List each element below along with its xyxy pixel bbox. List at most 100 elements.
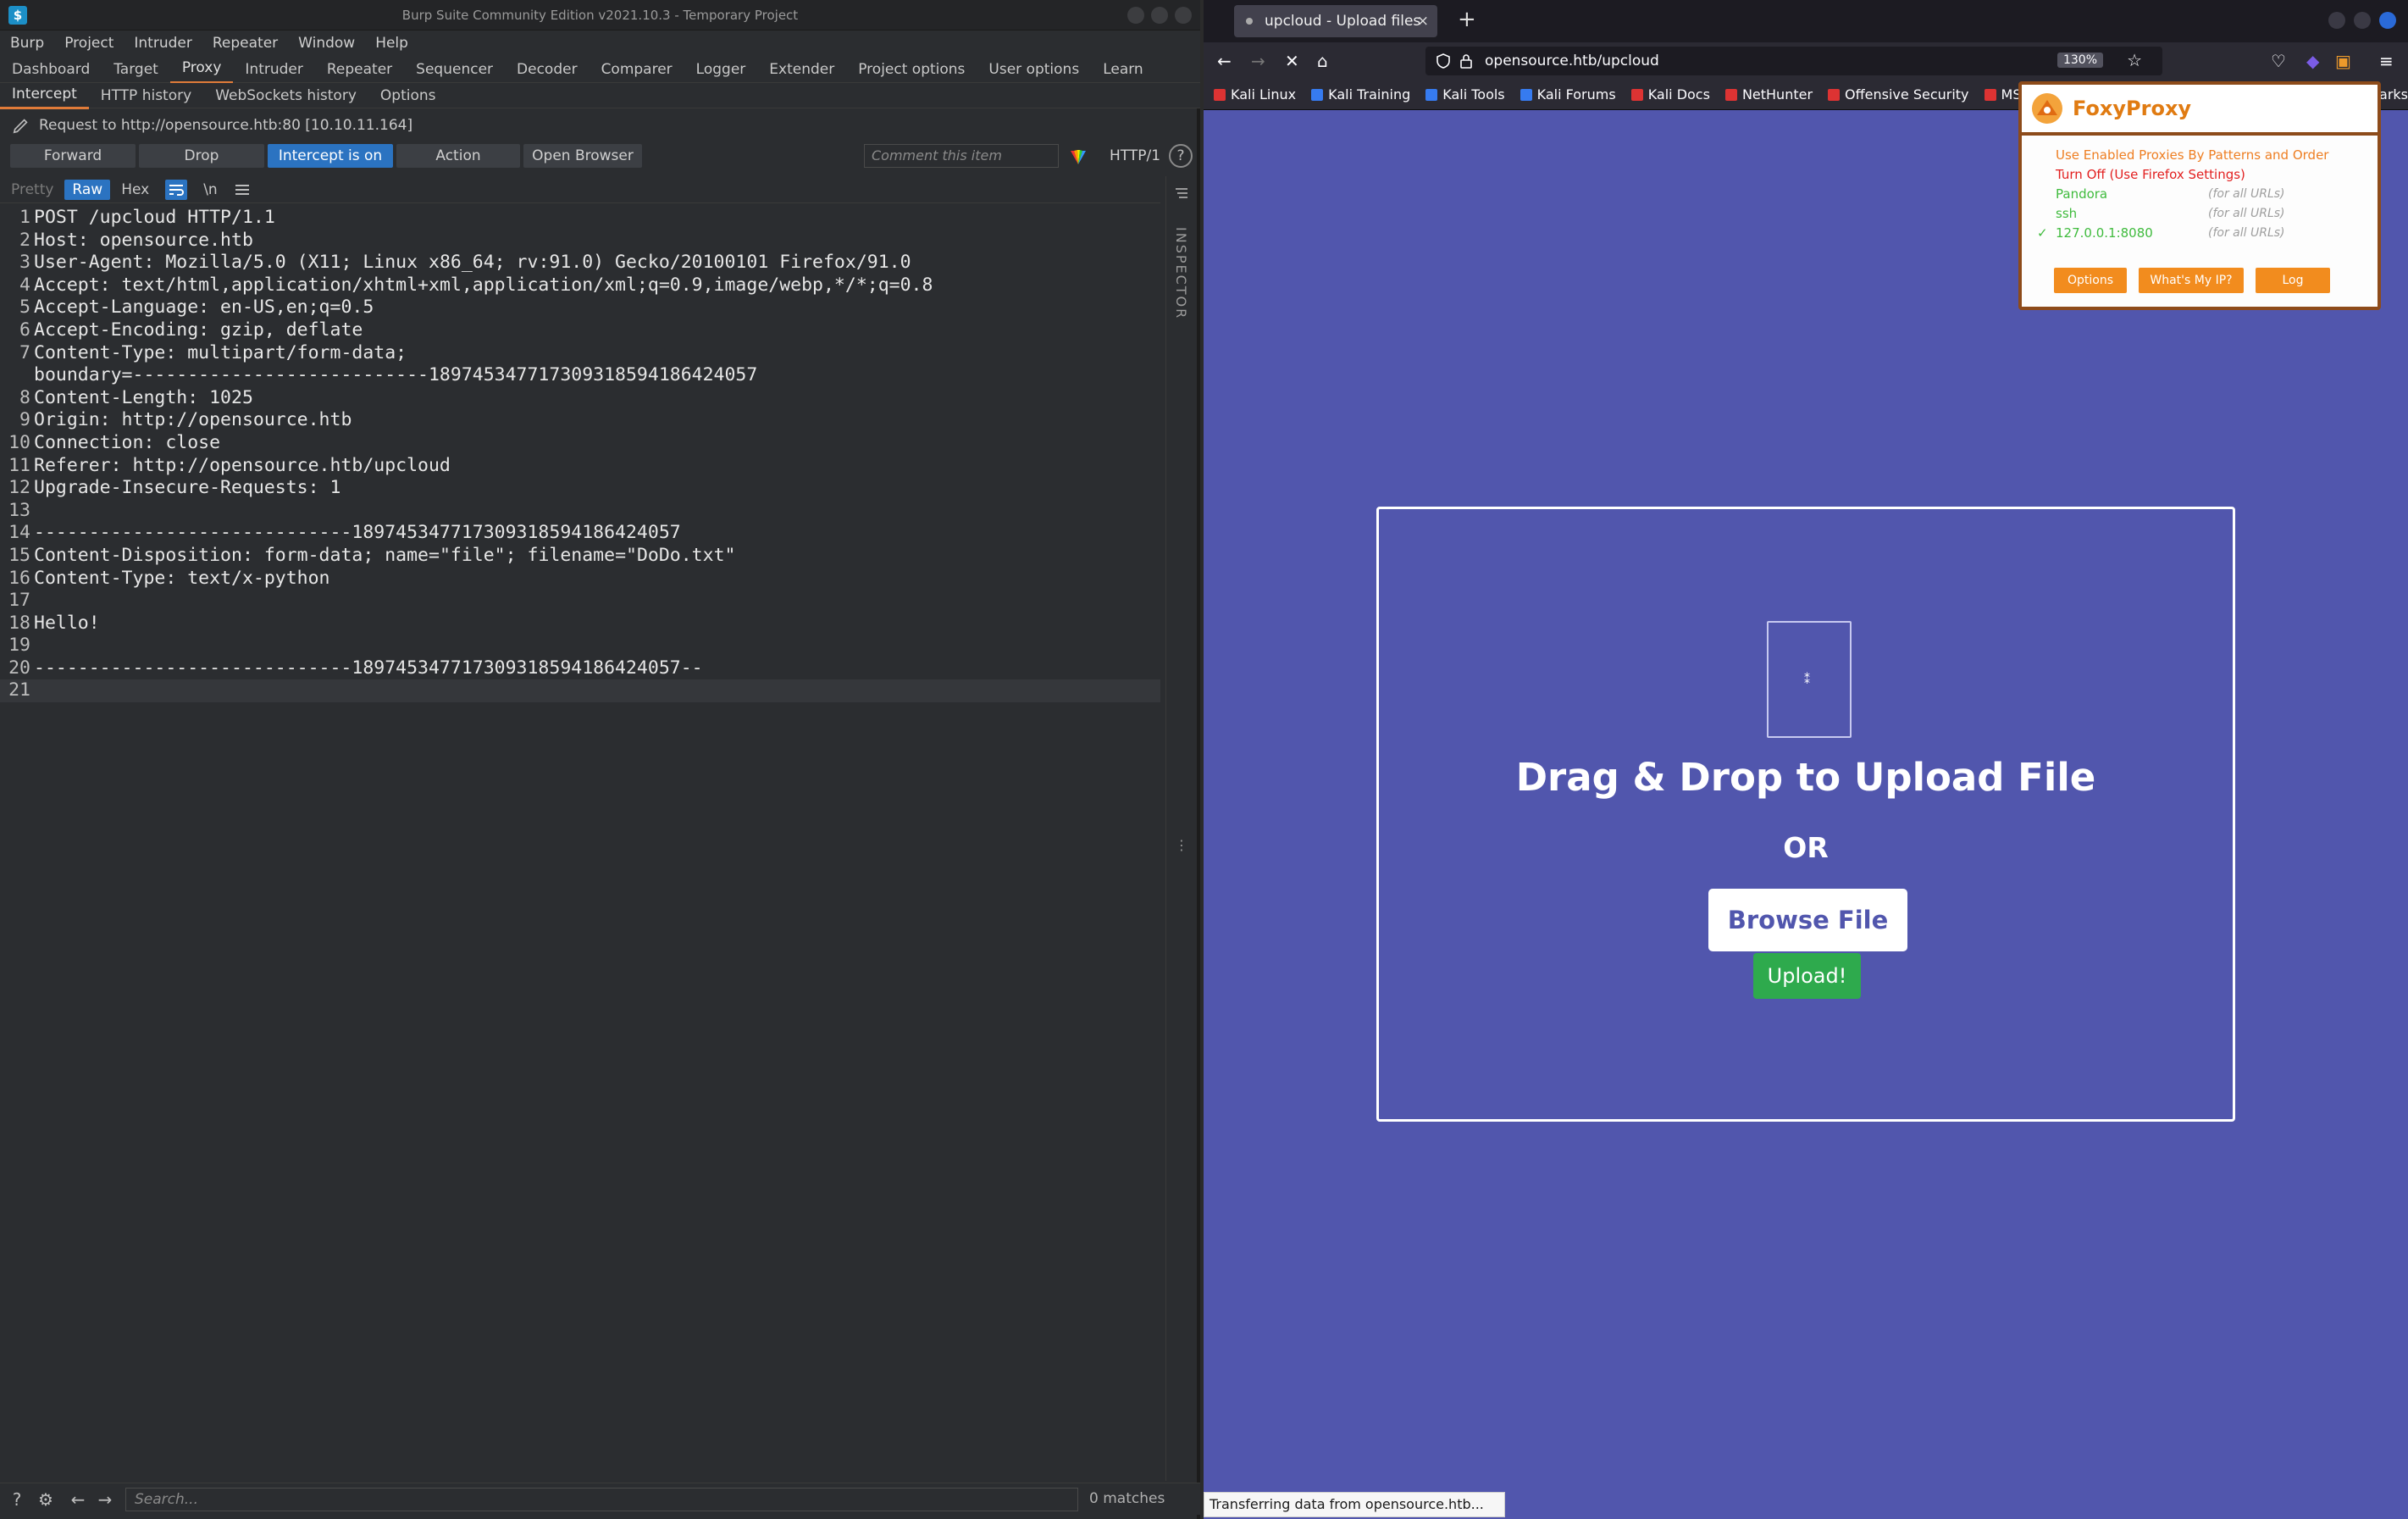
upload-button[interactable]: Upload! <box>1753 953 1861 999</box>
url-bar[interactable]: opensource.htb/upcloud 130% ☆ <box>1425 47 2162 75</box>
burp-window-controls <box>1127 7 1192 24</box>
arrow-right-icon[interactable]: → <box>95 1490 115 1511</box>
show-newlines-icon[interactable]: \n <box>196 180 225 200</box>
splitter-handle-icon[interactable]: ⋮ <box>1175 837 1188 853</box>
tab-user-options[interactable]: User options <box>977 56 1091 83</box>
tab-intruder[interactable]: Intruder <box>233 56 314 83</box>
hamburger-menu-icon[interactable]: ≡ <box>2379 51 2394 71</box>
editor-line: boundary=---------------------------1897… <box>34 364 758 386</box>
request-editor[interactable]: 1 POST /upcloud HTTP/1.1 2 Host: opensourc… <box>0 207 1160 1482</box>
pencil-icon <box>13 119 28 134</box>
intercept-toggle-button[interactable]: Intercept is on <box>268 144 393 168</box>
bookmark-kali-linux[interactable]: Kali Linux <box>1214 86 1296 103</box>
minimize-icon[interactable] <box>1127 7 1144 24</box>
wrap-lines-icon[interactable] <box>165 179 188 200</box>
help-icon[interactable]: ? <box>1169 144 1193 168</box>
forward-icon[interactable]: → <box>1251 51 1265 71</box>
subtab-intercept[interactable]: Intercept <box>0 81 89 109</box>
bookmark-star-icon[interactable]: ☆ <box>2127 50 2142 70</box>
file-icon: ⁑ <box>1767 621 1852 738</box>
close-icon[interactable] <box>2379 12 2396 29</box>
stop-icon[interactable]: ✕ <box>1285 51 1299 71</box>
subtab-http-history[interactable]: HTTP history <box>89 83 203 108</box>
editor-line: 5 Accept-Language: en-US,en;q=0.5 <box>19 297 374 319</box>
tab-logger[interactable]: Logger <box>684 56 758 83</box>
menu-repeater[interactable]: Repeater <box>202 30 288 56</box>
action-button[interactable]: Action <box>396 144 520 168</box>
bookmark-kali-training[interactable]: Kali Training <box>1311 86 1410 103</box>
gear-icon[interactable]: ⚙ <box>36 1490 56 1511</box>
extension-icon[interactable]: ◆ <box>2306 51 2319 71</box>
zoom-level[interactable]: 130% <box>2056 53 2103 68</box>
firefox-window-controls <box>2328 12 2396 29</box>
back-icon[interactable]: ← <box>1217 51 1232 71</box>
browser-tab[interactable]: upcloud - Upload files for × <box>1234 5 1437 62</box>
tab-learn[interactable]: Learn <box>1091 56 1155 83</box>
editor-line: 13 <box>8 499 30 521</box>
lock-icon[interactable] <box>1459 53 1473 69</box>
close-icon[interactable] <box>1175 7 1192 24</box>
highlight-color-icon[interactable] <box>1069 147 1088 166</box>
view-hex[interactable]: Hex <box>113 180 157 200</box>
foxyproxy-icon[interactable]: ▣ <box>2335 51 2351 71</box>
subtab-options[interactable]: Options <box>368 83 448 108</box>
url-text[interactable]: opensource.htb/upcloud <box>1485 47 1659 75</box>
inspector-panel[interactable]: INSPECTOR ⋮ <box>1165 176 1196 1481</box>
maximize-icon[interactable] <box>1151 7 1168 24</box>
proxy-pandora[interactable]: Pandora (for all URLs) <box>2056 185 2378 204</box>
bookmark-kali-forums[interactable]: Kali Forums <box>1520 86 1616 103</box>
menu-intruder[interactable]: Intruder <box>124 30 202 56</box>
maximize-icon[interactable] <box>2354 12 2371 29</box>
mode-patterns-option[interactable]: Use Enabled Proxies By Patterns and Orde… <box>2056 146 2378 165</box>
editor-line: 14 -----------------------------189745347… <box>8 522 681 544</box>
browse-file-button[interactable]: Browse File <box>1708 889 1907 951</box>
mode-off-option[interactable]: Turn Off (Use Firefox Settings) <box>2056 165 2378 185</box>
whats-my-ip-button[interactable]: What's My IP? <box>2139 268 2244 293</box>
menu-project[interactable]: Project <box>54 30 124 56</box>
home-icon[interactable]: ⌂ <box>1317 51 1328 71</box>
editor-line: 18 Hello! <box>8 612 100 634</box>
menu-burp[interactable]: Burp <box>0 30 54 56</box>
tab-close-icon[interactable]: × <box>1417 5 1429 37</box>
search-input[interactable]: Search... <box>125 1488 1078 1511</box>
proxy-ssh[interactable]: ssh (for all URLs) <box>2056 204 2378 224</box>
tab-project-options[interactable]: Project options <box>846 56 977 83</box>
inspector-label[interactable]: INSPECTOR <box>1173 227 1189 319</box>
pocket-icon[interactable]: ♡ <box>2271 51 2286 71</box>
log-button[interactable]: Log <box>2256 268 2330 293</box>
menu-icon[interactable] <box>232 180 252 200</box>
tab-dashboard[interactable]: Dashboard <box>0 56 102 83</box>
tab-repeater[interactable]: Repeater <box>315 56 404 83</box>
tab-proxy[interactable]: Proxy <box>169 54 234 84</box>
proxy-localhost-8080[interactable]: ✓ 127.0.0.1:8080 (for all URLs) <box>2037 224 2378 243</box>
bookmark-nethunter[interactable]: NetHunter <box>1724 86 1813 103</box>
tab-comparer[interactable]: Comparer <box>590 56 684 83</box>
comment-input[interactable]: Comment this item <box>864 144 1059 168</box>
help-circle-icon[interactable]: ? <box>7 1490 27 1511</box>
bookmark-kali-tools[interactable]: Kali Tools <box>1425 86 1505 103</box>
menu-window[interactable]: Window <box>288 30 365 56</box>
tab-target[interactable]: Target <box>102 56 170 83</box>
forward-button[interactable]: Forward <box>10 144 136 168</box>
bookmark-offensive-security[interactable]: Offensive Security <box>1828 86 1969 103</box>
shield-icon[interactable] <box>1436 53 1451 69</box>
burp-menubar: Burp Project Intruder Repeater Window He… <box>0 30 1200 56</box>
tab-extender[interactable]: Extender <box>757 56 846 83</box>
menu-help[interactable]: Help <box>365 30 418 56</box>
subtab-websockets-history[interactable]: WebSockets history <box>203 83 368 108</box>
http-version-label[interactable]: HTTP/1 <box>1110 144 1160 168</box>
tab-sequencer[interactable]: Sequencer <box>404 56 505 83</box>
minimize-icon[interactable] <box>2328 12 2345 29</box>
tab-decoder[interactable]: Decoder <box>505 56 590 83</box>
new-tab-button[interactable]: + <box>1458 7 1476 32</box>
arrow-left-icon[interactable]: ← <box>68 1490 88 1511</box>
bookmark-kali-docs[interactable]: Kali Docs <box>1630 86 1710 103</box>
view-pretty[interactable]: Pretty <box>3 180 61 200</box>
foxy-options-button[interactable]: Options <box>2054 268 2127 293</box>
view-raw[interactable]: Raw <box>64 179 111 200</box>
open-browser-button[interactable]: Open Browser <box>523 144 642 168</box>
other-bookmarks[interactable]: arks <box>2379 86 2408 103</box>
drop-button[interactable]: Drop <box>139 144 264 168</box>
upload-dropzone[interactable]: ⁑ Drag & Drop to Upload File OR Browse F… <box>1376 507 2235 1122</box>
inspector-menu-icon[interactable] <box>1173 185 1190 202</box>
